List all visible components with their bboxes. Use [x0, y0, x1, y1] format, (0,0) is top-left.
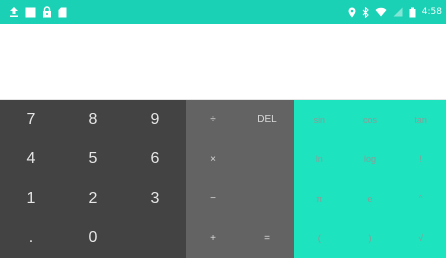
- advanced-pad: sin cos tan ln log ! π e ^ ( ) √: [294, 100, 446, 258]
- location-icon: [348, 5, 356, 19]
- number-pad: 7 8 9 4 5 6 1 2 3 . 0: [0, 100, 186, 258]
- signal-icon: [393, 5, 403, 19]
- factorial-button[interactable]: !: [395, 140, 446, 180]
- close-paren-button[interactable]: ): [345, 219, 396, 258]
- digit-8-button[interactable]: 8: [62, 100, 124, 140]
- status-left-icons: [9, 5, 67, 19]
- calculator-display[interactable]: [0, 24, 446, 100]
- empty-key: [240, 179, 294, 219]
- digit-2-button[interactable]: 2: [62, 179, 124, 219]
- digit-6-button[interactable]: 6: [124, 140, 186, 180]
- divide-button[interactable]: ÷: [186, 100, 240, 140]
- empty-key: [240, 140, 294, 180]
- status-bar: 4:58: [0, 0, 446, 24]
- status-right-icons: 4:58: [348, 5, 442, 19]
- square-root-button[interactable]: √: [395, 219, 446, 258]
- image-icon: [25, 5, 36, 19]
- sin-button[interactable]: sin: [294, 100, 345, 140]
- empty-key: [124, 219, 186, 258]
- euler-button[interactable]: e: [345, 179, 396, 219]
- lock-icon: [42, 5, 52, 19]
- log-button[interactable]: log: [345, 140, 396, 180]
- status-time: 4:58: [421, 7, 442, 17]
- battery-icon: [409, 5, 416, 19]
- pi-button[interactable]: π: [294, 179, 345, 219]
- wifi-icon: [375, 5, 387, 19]
- ln-button[interactable]: ln: [294, 140, 345, 180]
- upload-icon: [9, 5, 19, 19]
- power-button[interactable]: ^: [395, 179, 446, 219]
- equals-button[interactable]: =: [240, 219, 294, 258]
- digit-5-button[interactable]: 5: [62, 140, 124, 180]
- subtract-button[interactable]: −: [186, 179, 240, 219]
- digit-7-button[interactable]: 7: [0, 100, 62, 140]
- add-button[interactable]: +: [186, 219, 240, 258]
- digit-0-button[interactable]: 0: [62, 219, 124, 258]
- digit-3-button[interactable]: 3: [124, 179, 186, 219]
- sd-card-icon: [58, 5, 67, 19]
- digit-4-button[interactable]: 4: [0, 140, 62, 180]
- cos-button[interactable]: cos: [345, 100, 396, 140]
- delete-button[interactable]: DEL: [240, 100, 294, 140]
- operator-pad: ÷ DEL × − + =: [186, 100, 294, 258]
- tan-button[interactable]: tan: [395, 100, 446, 140]
- decimal-point-button[interactable]: .: [0, 219, 62, 258]
- bluetooth-icon: [362, 5, 369, 19]
- multiply-button[interactable]: ×: [186, 140, 240, 180]
- digit-1-button[interactable]: 1: [0, 179, 62, 219]
- digit-9-button[interactable]: 9: [124, 100, 186, 140]
- open-paren-button[interactable]: (: [294, 219, 345, 258]
